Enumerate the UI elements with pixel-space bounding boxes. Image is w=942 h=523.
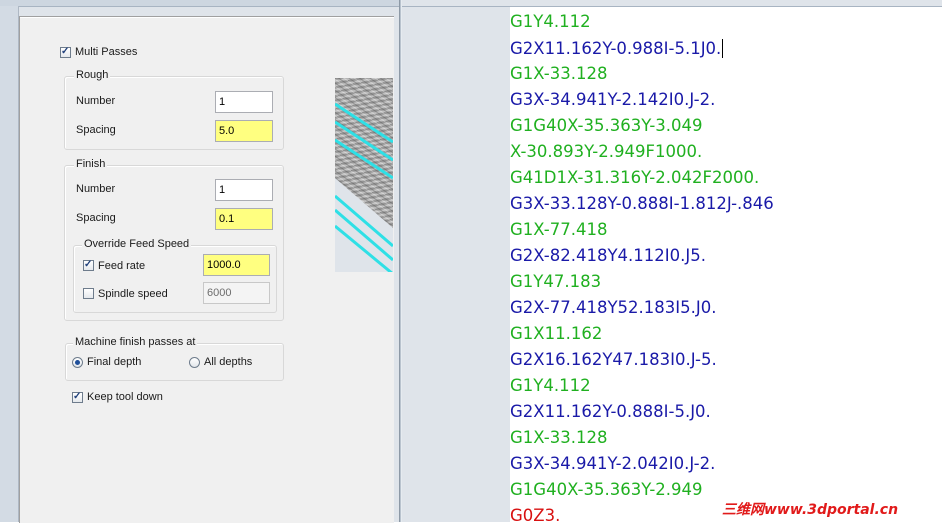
feed-rate-input[interactable] <box>203 254 270 276</box>
spindle-speed-input[interactable] <box>203 282 270 304</box>
nc-code-editor[interactable]: G1Y4.112 G2X11.162Y-0.988I-5.1J0. G1X-33.1… <box>402 0 942 522</box>
all-depths-label[interactable]: All depths <box>204 356 252 369</box>
code-line: G2X11.162Y-0.988I-5.1J0. <box>510 39 724 58</box>
editor-header-strip <box>402 0 942 7</box>
code-line: G1Y4.112 <box>510 376 591 395</box>
nc-code-text-area[interactable]: G1Y4.112 G2X11.162Y-0.988I-5.1J0. G1X-33.1… <box>510 13 942 522</box>
code-line: G41D1X-31.316Y-2.042F2000. <box>510 168 760 187</box>
radio-selected-dot-icon <box>75 360 80 365</box>
code-line: G1X-33.128 <box>510 428 608 447</box>
finish-group-caption: Finish <box>74 158 108 171</box>
finish-number-label: Number <box>76 183 116 195</box>
spindle-speed-label[interactable]: Spindle speed <box>98 288 168 301</box>
code-line: G3X-34.941Y-2.142I0.J-2. <box>510 90 716 109</box>
code-line: X-30.893Y-2.949F1000. <box>510 142 703 161</box>
code-line: G2X16.162Y47.183I0.J-5. <box>510 350 717 369</box>
final-depth-radio[interactable] <box>72 357 83 368</box>
code-line: G1X-77.418 <box>510 220 608 239</box>
toolpath-preview-image <box>335 78 393 272</box>
code-line: G2X11.162Y-0.888I-5.J0. <box>510 402 711 421</box>
text-cursor-caret <box>722 39 724 58</box>
panel-highlight <box>20 17 394 18</box>
toolpath-parameters-pane: ✓ Multi Passes Rough Number Spacing Fini… <box>0 0 399 523</box>
feed-rate-label[interactable]: Feed rate <box>98 260 145 273</box>
code-line: G1G40X-35.363Y-3.049 <box>510 116 703 135</box>
spindle-speed-checkbox[interactable] <box>83 288 94 299</box>
pane-header-strip <box>0 0 399 7</box>
editor-gutter <box>402 7 510 522</box>
code-line: G1G40X-35.363Y-2.949 <box>510 480 703 499</box>
code-line: G1X11.162 <box>510 324 603 343</box>
rough-spacing-input[interactable] <box>215 120 273 142</box>
multi-passes-checkbox[interactable]: ✓ <box>60 46 71 58</box>
check-mark-icon: ✓ <box>84 259 93 270</box>
keep-tool-down-label[interactable]: Keep tool down <box>87 391 163 404</box>
final-depth-label[interactable]: Final depth <box>87 356 141 369</box>
site-watermark: 三维网www.3dportal.cn <box>722 502 899 518</box>
rough-group-caption: Rough <box>74 69 111 82</box>
code-line: G3X-33.128Y-0.888I-1.812J-.846 <box>510 194 774 213</box>
toolpath-preview-graphic <box>335 78 393 272</box>
machine-finish-caption: Machine finish passes at <box>73 336 198 349</box>
keep-tool-down-checkbox[interactable]: ✓ <box>72 391 83 403</box>
rough-number-label: Number <box>76 95 116 107</box>
all-depths-radio[interactable] <box>189 357 200 368</box>
code-line: G0Z3. <box>510 506 561 522</box>
code-line: G3X-34.941Y-2.042I0.J-2. <box>510 454 716 473</box>
check-mark-icon: ✓ <box>73 391 82 402</box>
check-mark-icon: ✓ <box>61 46 70 57</box>
finish-spacing-input[interactable] <box>215 208 273 230</box>
override-feed-speed-caption: Override Feed Speed <box>82 238 192 251</box>
code-line: G1Y47.183 <box>510 272 602 291</box>
feed-rate-checkbox[interactable]: ✓ <box>83 259 94 271</box>
code-line: G2X-77.418Y52.183I5.J0. <box>510 298 717 317</box>
code-line: G2X-82.418Y4.112I0.J5. <box>510 246 706 265</box>
pane-left-column <box>0 6 19 522</box>
finish-number-input[interactable] <box>215 179 273 201</box>
multi-passes-label[interactable]: Multi Passes <box>75 46 137 59</box>
code-line: G1X-33.128 <box>510 64 608 83</box>
finish-spacing-label: Spacing <box>76 212 116 224</box>
rough-number-input[interactable] <box>215 91 273 113</box>
code-line: G1Y4.112 <box>510 13 591 31</box>
rough-spacing-label: Spacing <box>76 124 116 136</box>
